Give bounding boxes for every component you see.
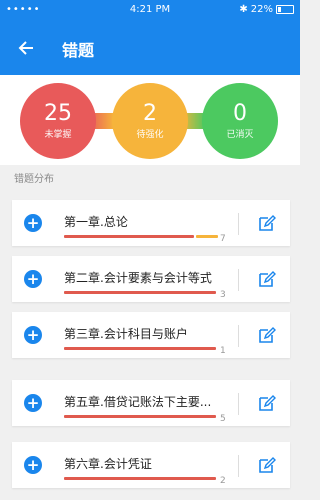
edit-icon[interactable] (257, 269, 277, 289)
chapter-card[interactable]: + 第二章.会计要素与会计等式 3 (12, 256, 290, 302)
divider (238, 269, 239, 291)
divider (238, 213, 239, 235)
error-count: 7 (220, 234, 226, 244)
progress-bar-red (64, 235, 194, 238)
chapter-card[interactable]: + 第六章.会计凭证 2 (12, 442, 290, 488)
error-count: 3 (220, 290, 226, 300)
edit-icon[interactable] (257, 393, 277, 413)
page-title: 错题 (62, 41, 95, 60)
expand-icon[interactable]: + (24, 214, 42, 232)
progress-bar-orange (196, 235, 218, 238)
eliminated-count: 0 (233, 101, 247, 126)
error-count: 5 (220, 414, 226, 424)
to-strengthen-label: 待强化 (136, 130, 164, 140)
unmastered-count: 25 (44, 101, 72, 126)
progress-bar-red (64, 415, 216, 418)
back-arrow-icon (18, 41, 33, 55)
eliminated-stat[interactable]: 0 已消灭 (202, 83, 278, 159)
back-button[interactable] (12, 34, 40, 62)
edit-icon[interactable] (257, 455, 277, 475)
error-count: 1 (220, 346, 226, 356)
expand-icon[interactable]: + (24, 394, 42, 412)
bluetooth-icon: ✱ (239, 4, 248, 15)
unmastered-label: 未掌握 (44, 130, 72, 140)
expand-icon[interactable]: + (24, 456, 42, 474)
chapter-title: 第六章.会计凭证 (64, 457, 152, 471)
eliminated-label: 已消灭 (226, 130, 254, 140)
divider (238, 325, 239, 347)
status-right: ✱ 22% (239, 4, 294, 15)
battery-icon (276, 5, 294, 14)
chapter-card[interactable]: + 第三章.会计科目与账户 1 (12, 312, 290, 358)
chapter-card[interactable]: + 第一章.总论 7 (12, 200, 290, 246)
chapter-title: 第一章.总论 (64, 215, 128, 229)
chapter-title: 第三章.会计科目与账户 (64, 327, 188, 341)
chapter-title: 第五章.借贷记账法下主要... (64, 395, 212, 409)
edit-icon[interactable] (257, 325, 277, 345)
to-strengthen-count: 2 (143, 101, 157, 126)
progress-bar-red (64, 477, 216, 480)
divider (238, 393, 239, 415)
chapter-card[interactable]: + 第五章.借贷记账法下主要... 5 (12, 380, 290, 426)
unmastered-stat[interactable]: 25 未掌握 (20, 83, 96, 159)
error-count: 2 (220, 476, 226, 486)
expand-icon[interactable]: + (24, 326, 42, 344)
progress-bar-red (64, 291, 216, 294)
battery-percent: 22% (250, 4, 273, 15)
to-strengthen-stat[interactable]: 2 待强化 (112, 83, 188, 159)
app-bar: 错题 (0, 20, 300, 75)
divider (238, 455, 239, 477)
chapter-title: 第二章.会计要素与会计等式 (64, 271, 212, 285)
summary-panel: 25 未掌握 2 待强化 0 已消灭 (0, 75, 300, 165)
progress-bar-red (64, 347, 216, 350)
section-title: 错题分布 (14, 174, 54, 185)
status-bar: ••••• 4:21 PM ✱ 22% (0, 0, 300, 20)
expand-icon[interactable]: + (24, 270, 42, 288)
edit-icon[interactable] (257, 213, 277, 233)
